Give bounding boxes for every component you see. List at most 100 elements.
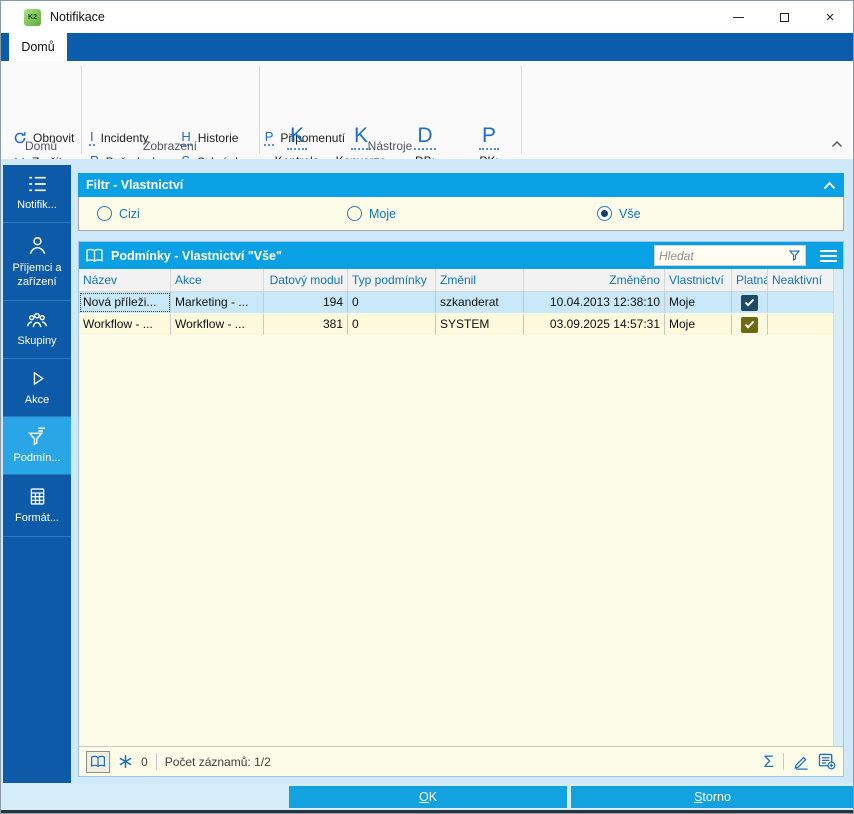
column-header-nazev[interactable]: Název: [79, 269, 171, 291]
cell-nazev: Nová příleži...: [79, 292, 171, 313]
filter-panel-title: Filtr - Vlastnictví: [86, 178, 184, 192]
sidebar-item-formats[interactable]: Formát...: [3, 475, 71, 537]
sidebar-item-conditions[interactable]: Podmín...: [3, 417, 71, 475]
filter-panel: Filtr - Vlastnictví Cizi Moje Vše: [78, 173, 844, 231]
cell-nazev: Workflow - ...: [79, 314, 171, 335]
collapse-filter-chevron-up-icon[interactable]: [823, 181, 836, 190]
sidebar-item-recipients[interactable]: Příjemci a zařízení: [3, 223, 71, 301]
close-button[interactable]: ×: [807, 1, 853, 33]
conditions-panel-title: Podmínky - Vlastnictví "Vše": [111, 248, 282, 263]
column-header-datovy-modul[interactable]: Datový modul: [264, 269, 348, 291]
search-input[interactable]: [655, 248, 788, 263]
status-separator: [783, 753, 784, 770]
grid-icon: [30, 488, 44, 505]
sidebar-item-actions[interactable]: Akce: [3, 359, 71, 417]
ribbon-group-labels: Domů Zobrazení Nástroje: [1, 139, 853, 157]
sidebar: Notifik... Příjemci a zařízení Skupiny A…: [3, 165, 71, 783]
sidebar-item-label: Notifik...: [17, 199, 57, 212]
ok-button[interactable]: OK: [289, 786, 567, 808]
grid-status-bar: 0 Počet záznamů: 1/2 Σ: [79, 746, 843, 776]
cell-akce: Workflow - ...: [171, 314, 264, 335]
cell-akce: Marketing - ...: [171, 292, 264, 313]
group-label-views: Zobrazení: [142, 139, 198, 153]
search-filter-funnel-icon[interactable]: [788, 249, 801, 262]
column-header-platna[interactable]: Platná: [732, 269, 768, 291]
person-icon: [29, 236, 45, 254]
edit-pencil-icon[interactable]: [793, 754, 809, 770]
filter-panel-header: Filtr - Vlastnictví: [78, 173, 844, 197]
sidebar-item-label: Akce: [24, 393, 50, 406]
filter-count: 0: [141, 754, 148, 769]
status-separator: [155, 753, 157, 770]
add-record-form-icon[interactable]: [818, 753, 836, 770]
cell-datovy-modul: 194: [264, 292, 348, 313]
panel-menu-hamburger-icon[interactable]: [813, 242, 843, 269]
group-label-home: Domů: [24, 139, 57, 153]
radio-circle-icon: [347, 206, 362, 221]
sidebar-item-groups[interactable]: Skupiny: [3, 301, 71, 359]
minimize-button[interactable]: [715, 1, 761, 33]
ribbon: Obnovit Zrušit I Incidenty P Požadavky H…: [1, 61, 853, 182]
title-bar: K2 Notifikace ×: [1, 1, 853, 33]
book-icon: [86, 248, 103, 262]
filter-panel-body: Cizi Moje Vše: [78, 197, 844, 231]
sum-sigma-icon[interactable]: Σ: [763, 753, 774, 770]
snowflake-filter-icon[interactable]: [118, 754, 133, 769]
content-area: Notifik... Příjemci a zařízení Skupiny A…: [1, 159, 853, 783]
window-bottom-edge: [1, 810, 853, 813]
sidebar-item-label: Příjemci a zařízení: [12, 261, 62, 288]
vertical-scrollbar[interactable]: [833, 269, 843, 746]
cell-vlastnictvi: Moje: [665, 314, 732, 335]
column-header-neaktivni[interactable]: Neaktivní: [768, 269, 833, 291]
table-row[interactable]: Nová příleži... Marketing - ... 194 0 sz…: [79, 292, 833, 313]
checkbox-checked-icon[interactable]: [741, 316, 758, 333]
search-box: [654, 245, 806, 266]
collapse-ribbon-button[interactable]: [831, 135, 843, 153]
radio-moje[interactable]: Moje: [347, 197, 396, 230]
column-header-vlastnictvi[interactable]: Vlastnictví: [665, 269, 732, 291]
ok-button-label: OK: [418, 790, 438, 804]
app-logo-icon: K2: [24, 8, 41, 26]
tab-home[interactable]: Domů: [9, 33, 67, 61]
sidebar-item-label: Podmín...: [13, 452, 61, 465]
cell-vlastnictvi: Moje: [665, 292, 732, 313]
maximize-icon: [779, 12, 789, 22]
column-header-zmenil[interactable]: Změnil: [436, 269, 524, 291]
radio-vse[interactable]: Vše: [597, 197, 641, 230]
cell-platna: [732, 314, 768, 335]
cell-datovy-modul: 381: [264, 314, 348, 335]
window-title: Notifikace: [50, 10, 105, 24]
notifications-list-icon: [28, 176, 46, 192]
maximize-button[interactable]: [761, 1, 807, 33]
column-header-zmeneno[interactable]: Změněno: [524, 269, 665, 291]
status-right-tools: Σ: [763, 753, 836, 770]
radio-label: Vše: [619, 206, 641, 221]
book-view-toggle-button[interactable]: [86, 750, 110, 773]
sidebar-item-notifications[interactable]: Notifik...: [3, 165, 71, 223]
radio-label: Moje: [369, 206, 397, 221]
checkbox-checked-icon[interactable]: [741, 294, 758, 311]
radio-label: Cizi: [119, 206, 140, 221]
ribbon-tab-band: Domů: [1, 33, 853, 61]
window-controls: ×: [715, 1, 853, 33]
table-header-row: Název Akce Datový modul Typ podmínky Změ…: [79, 269, 833, 292]
play-icon: [33, 371, 44, 386]
cell-typ-podminky: 0: [348, 292, 436, 313]
cell-zmenil: SYSTEM: [436, 314, 524, 335]
cell-neaktivni: [768, 292, 833, 313]
column-header-akce[interactable]: Akce: [171, 269, 264, 291]
column-header-typ-podminky[interactable]: Typ podmínky: [348, 269, 436, 291]
sidebar-item-label: Formát...: [14, 511, 59, 524]
book-icon: [91, 755, 105, 768]
table-row[interactable]: Workflow - ... Workflow - ... 381 0 SYST…: [79, 314, 833, 335]
cell-platna: [732, 292, 768, 313]
cell-zmenil: szkanderat: [436, 292, 524, 313]
cancel-button[interactable]: Storno: [571, 786, 853, 808]
records-count-label: Počet záznamů: 1/2: [164, 754, 271, 769]
radio-cizi[interactable]: Cizi: [97, 197, 140, 230]
radio-circle-icon: [97, 206, 112, 221]
close-icon: ×: [825, 8, 835, 26]
conditions-panel: Podmínky - Vlastnictví "Vše" Název Akce …: [78, 241, 844, 777]
app-window: K2 Notifikace × Domů Obnovit I Incidenty…: [0, 0, 854, 814]
sidebar-item-label: Skupiny: [17, 334, 57, 347]
